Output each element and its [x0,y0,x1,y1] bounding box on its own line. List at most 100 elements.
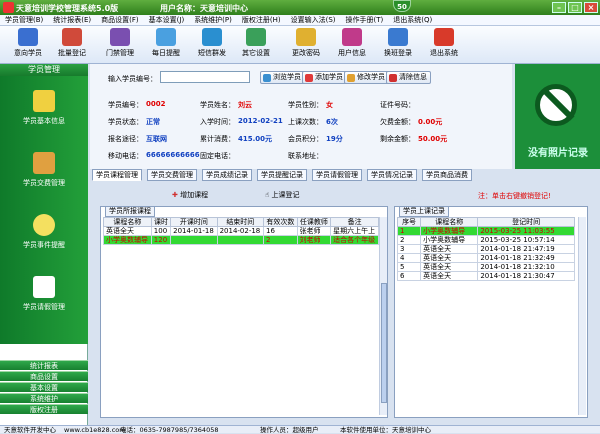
menu-student[interactable]: 学员管理(B) [0,15,48,26]
checkins-panel: 学员上课记录 序号 课程名称 登记时间 1 小学奥数辅导 2015-03-25 11… [394,206,588,418]
app-logo-icon [3,2,14,13]
total-label: 累计消费： [200,135,235,143]
courses-title: 学员所报课程 [105,206,155,217]
bulb-icon [33,214,55,236]
table-row[interactable]: 小学奥数辅导 120 2 刘老师 适合各个年级 [103,235,379,245]
sidebar-system[interactable]: 系统维护 [0,393,88,403]
tab-fees[interactable]: 学员交费管理 [147,169,197,181]
tab-scores[interactable]: 学员成绩记录 [202,169,252,181]
debt-value: 0.00元 [418,118,443,126]
browse-button[interactable]: 浏览学员 [260,71,305,84]
tb-reminder-button[interactable]: 每日提醒 [146,28,186,62]
browse-icon [263,74,271,82]
tb-password-button[interactable]: 更改密码 [286,28,326,62]
col-time[interactable]: 登记时间 [477,217,575,227]
tab-purchases[interactable]: 学员商品消费 [422,169,472,181]
add-student-button[interactable]: 添加学员 [302,71,347,84]
col-note[interactable]: 备注 [330,217,379,227]
tab-courses[interactable]: 学员课程管理 [92,169,142,181]
channel-value: 互联网 [146,135,167,143]
status-bar: 天意软件开发中心 www.cb1e828.com 电话：0635-7987985… [0,425,600,434]
sidebar-goods[interactable]: 商品设置 [0,371,88,381]
sidebar-item-leave[interactable]: 学员请假管理 [0,276,88,312]
minimize-button[interactable]: – [552,2,566,13]
sidebar-item-fees[interactable]: 学员交费管理 [0,152,88,188]
tb-sms-button[interactable]: 短信群发 [192,28,232,62]
sidebar-header[interactable]: 学员管理 [0,64,88,76]
edit-student-button[interactable]: 修改学员 [344,71,389,84]
col-teacher[interactable]: 任课教师 [296,217,332,227]
checkins-table: 序号 课程名称 登记时间 1 小学奥数辅导 2015-03-25 11:03:55 … [396,217,575,281]
col-course[interactable]: 课程名称 [103,217,152,227]
tab-records[interactable]: 学员情况记录 [367,169,417,181]
enroll-label: 入学时间： [200,118,235,126]
col-seq[interactable]: 序号 [396,217,422,227]
sidebar-basic[interactable]: 基本设置 [0,382,88,392]
checkins-title: 学员上课记录 [399,206,449,217]
book-icon [342,28,362,46]
tab-reminders[interactable]: 学员提醒记录 [257,169,307,181]
maximize-button[interactable]: □ [568,2,582,13]
tb-exit-button[interactable]: 退出系统 [424,28,464,62]
table-row[interactable]: 2 小学奥数辅导 2015-03-25 10:57:14 [396,235,575,245]
classes-value: 6次 [326,118,338,126]
exit-icon [434,28,454,46]
users-icon [18,28,38,46]
table-row[interactable]: 6 英语全天 2014-01-18 21:30:47 [396,271,575,281]
photo-placeholder: 没有照片记录 [515,64,600,169]
courses-table: 课程名称 课时 开课时间 结束时间 有效次数 任课教师 备注 英语全天 100 20… [103,217,379,245]
sidebar-item-events[interactable]: 学员事件提醒 [0,214,88,250]
col-count[interactable]: 有效次数 [263,217,298,227]
sidebar-license[interactable]: 版权注册 [0,404,88,414]
tb-switch-button[interactable]: 换班登录 [378,28,418,62]
checkins-scrollbar[interactable] [578,217,586,415]
clear-icon [389,74,397,82]
sidebar-item-basic[interactable]: 学员基本信息 [0,90,88,126]
menu-basic[interactable]: 基本设置(J) [144,15,190,26]
table-row[interactable]: 5 英语全天 2014-01-18 21:32:10 [396,262,575,272]
menu-goods[interactable]: 商品设置(F) [96,15,144,26]
student-id-input[interactable] [160,71,250,83]
channel-label: 报名途径： [108,135,143,143]
tab-leave[interactable]: 学员请假管理 [312,169,362,181]
col-hours[interactable]: 课时 [150,217,172,227]
checkin-button[interactable]: ☝ 上课登记 [265,190,300,200]
phone-value: 66666666666 [146,151,200,159]
col-course[interactable]: 课程名称 [420,217,479,227]
gender-value: 女 [326,101,333,109]
tb-prospect-button[interactable]: 意向学员 [8,28,48,62]
menu-exit[interactable]: 退出系统(Q) [388,15,437,26]
tb-access-button[interactable]: 门禁管理 [100,28,140,62]
input-label: 输入学员编号： [108,75,157,83]
toolbar: 意向学员 批量登记 门禁管理 每日提醒 短信群发 其它设置 更改密码 用户信息 … [0,26,600,64]
table-row[interactable]: 3 英语全天 2014-01-18 21:47:19 [396,244,575,254]
menu-ime[interactable]: 设置输入法(S) [286,15,341,26]
edit-icon [347,74,355,82]
menu-system[interactable]: 系统维护(P) [189,15,237,26]
tb-userinfo-button[interactable]: 用户信息 [332,28,372,62]
tb-settings-button[interactable]: 其它设置 [236,28,276,62]
menu-license[interactable]: 版权注册(H) [237,15,286,26]
table-row[interactable]: 4 英语全天 2014-01-18 21:32:49 [396,253,575,263]
student-id-label: 学员编号： [108,101,143,109]
cert-label: 证件号码： [380,101,415,109]
courses-panel: 学员所报课程 课程名称 课时 开课时间 结束时间 有效次数 任课教师 备注 英语… [100,206,388,418]
classes-label: 上课次数： [288,118,323,126]
tb-batch-button[interactable]: 批量登记 [52,28,92,62]
table-row[interactable]: 1 小学奥数辅导 2015-03-25 11:03:55 [396,226,575,236]
col-start[interactable]: 开课时间 [170,217,218,227]
clear-button[interactable]: 清除信息 [386,71,431,84]
table-row[interactable]: 英语全天 100 2014-01-18 2014-02-18 16 张老师 星期六上午上 [103,226,379,236]
sidebar-report[interactable]: 统计报表 [0,360,88,370]
courses-scrollbar[interactable] [379,217,387,415]
window-title: 天意培训学校管理系统5.0版 [16,4,119,13]
menu-report[interactable]: 统计报表(E) [48,15,96,26]
menu-manual[interactable]: 操作手册(T) [341,15,389,26]
landline-label: 固定电话： [200,152,235,160]
col-end[interactable]: 结束时间 [216,217,265,227]
add-course-button[interactable]: ✚ 增加课程 [172,190,208,200]
batch-icon [62,28,82,46]
scroll-thumb[interactable] [381,283,387,403]
close-button[interactable]: × [584,2,598,13]
status-label: 学员状态： [108,118,143,126]
